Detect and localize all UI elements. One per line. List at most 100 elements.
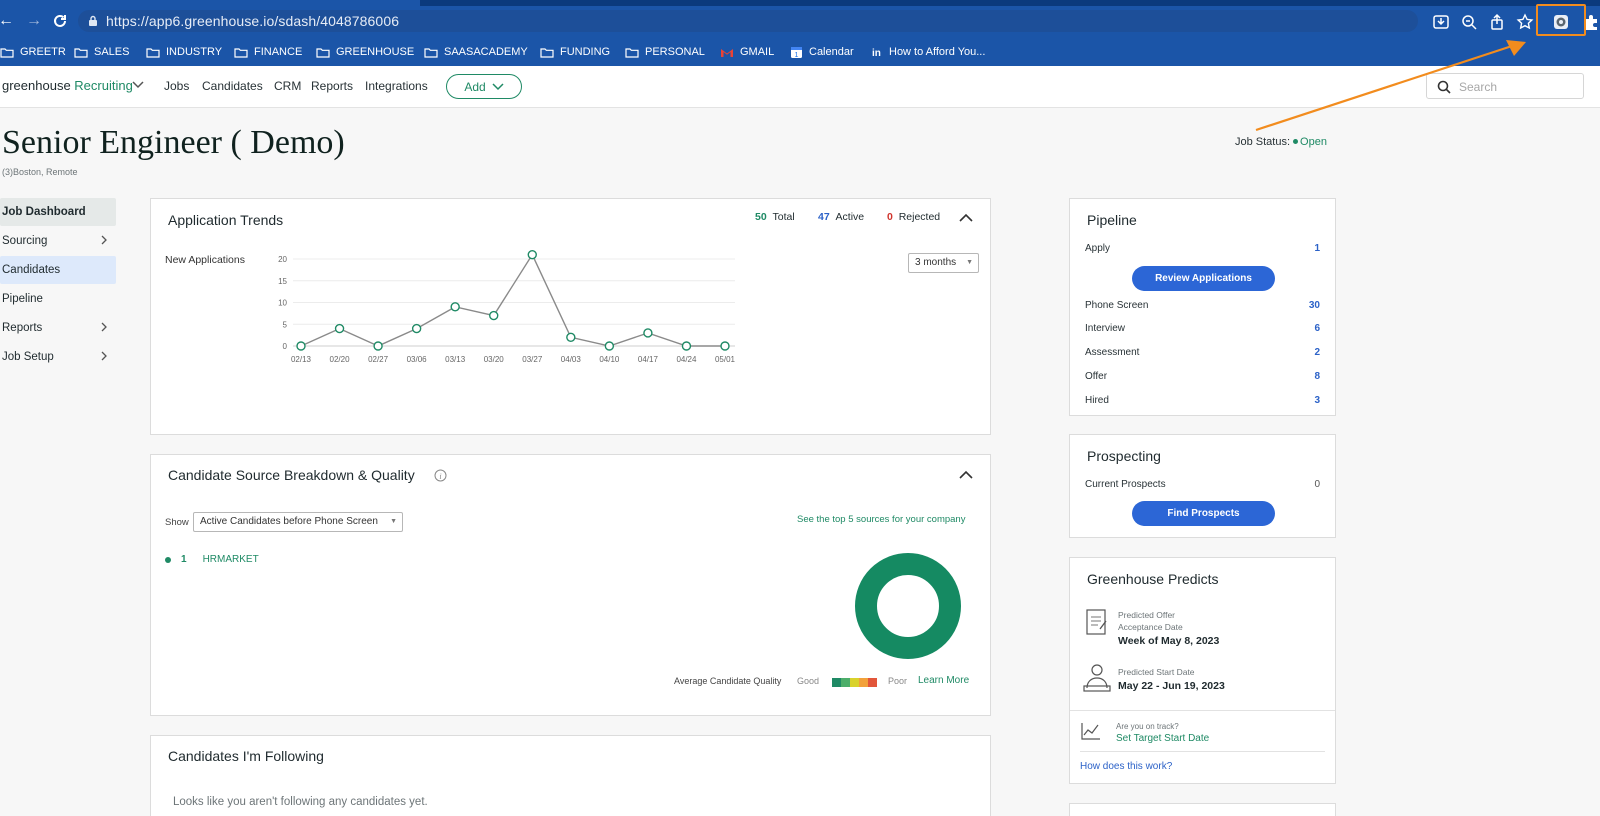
stage-count: 3 [1314, 395, 1320, 406]
how-does-this-work-link[interactable]: How does this work? [1080, 761, 1172, 772]
bookmark-label: PERSONAL [645, 46, 705, 58]
svg-text:in: in [872, 48, 881, 58]
prospecting-card: Prospecting Current Prospects 0 Find Pros… [1069, 434, 1336, 538]
stage-label: Apply [1085, 243, 1111, 254]
pipeline-row-offer[interactable]: Offer 8 [1085, 371, 1320, 387]
forward-arrow-icon[interactable]: → [24, 11, 44, 31]
source-donut-chart [855, 553, 961, 659]
nav-jobs[interactable]: Jobs [164, 79, 189, 93]
star-icon[interactable] [1516, 13, 1534, 31]
bookmark-label: FUNDING [560, 46, 611, 58]
nav-candidates[interactable]: Candidates [202, 79, 263, 93]
share-icon[interactable] [1488, 13, 1506, 31]
x-tick-label: 04/24 [676, 355, 697, 364]
track-question: Are you on track? [1116, 722, 1179, 731]
nav-crm[interactable]: CRM [274, 79, 301, 93]
pipeline-row-apply[interactable]: Apply 1 [1085, 243, 1320, 259]
x-tick-label: 03/06 [407, 355, 428, 364]
stage-label: Offer [1085, 371, 1108, 382]
svg-text:1: 1 [795, 52, 799, 59]
nav-reports[interactable]: Reports [311, 79, 353, 93]
total-count: 50 [755, 211, 767, 223]
sidebar-item-candidates[interactable]: Candidates [0, 256, 116, 284]
install-icon[interactable] [1432, 13, 1450, 31]
review-applications-button[interactable]: Review Applications [1132, 266, 1275, 291]
sidebar-item-job-dashboard[interactable]: Job Dashboard [0, 198, 116, 226]
data-point [720, 341, 730, 351]
chevron-up-icon[interactable] [959, 213, 973, 223]
data-point [334, 323, 345, 334]
url-field[interactable]: https://app6.greenhouse.io/sdash/4048786… [78, 10, 1418, 32]
range-value: 3 months [915, 257, 957, 268]
stage-count: 2 [1314, 347, 1320, 358]
bookmark-funding[interactable]: FUNDING [540, 44, 610, 60]
quality-scale [832, 678, 877, 687]
x-tick-label: 04/10 [599, 355, 620, 364]
top-sources-link[interactable]: See the top 5 sources for your company [797, 514, 965, 525]
trend-line-chart: New Applications 20 15 10 5 002/13 02/20 02/27 0… [165, 249, 736, 364]
set-target-link[interactable]: Set Target Start Date [1116, 733, 1209, 744]
find-prospects-button[interactable]: Find Prospects [1132, 501, 1275, 526]
bookmark-sales[interactable]: SALES [74, 44, 129, 60]
reload-icon[interactable] [50, 11, 70, 31]
sidebar-item-label: Job Setup [2, 351, 54, 363]
source-filter-select[interactable]: Active Candidates before Phone Screen ▼ [193, 512, 403, 532]
svg-text:i: i [439, 472, 441, 481]
range-select[interactable]: 3 months ▼ [908, 253, 979, 273]
chevron-up-icon[interactable] [959, 470, 973, 480]
data-point [489, 310, 499, 321]
info-icon[interactable]: i [434, 469, 447, 482]
sidebar-item-sourcing[interactable]: Sourcing [0, 227, 116, 255]
bookmark-greenhouse[interactable]: GREENHOUSE [316, 44, 414, 60]
learn-more-link[interactable]: Learn More [918, 675, 969, 686]
add-button[interactable]: Add [446, 74, 522, 99]
bookmark-gmail[interactable]: GMAIL [720, 44, 774, 60]
prospects-count: 0 [1314, 479, 1320, 490]
sidebar-item-pipeline[interactable]: Pipeline [0, 285, 116, 313]
x-tick-label: 02/20 [330, 355, 351, 364]
show-label: Show [165, 517, 189, 528]
y-tick-label: 15 [278, 277, 287, 286]
bookmark-greetr[interactable]: GREETR [0, 44, 66, 60]
nav-integrations[interactable]: Integrations [365, 79, 428, 93]
divider [1080, 751, 1325, 752]
pipeline-row-hired[interactable]: Hired 3 [1085, 395, 1320, 411]
bookmark-saasacademy[interactable]: SAASACADEMY [424, 44, 528, 60]
total-stat: 50 Total [755, 211, 795, 223]
bookmark-personal[interactable]: PERSONAL [625, 44, 705, 60]
chevron-down-icon[interactable] [132, 80, 144, 90]
y-tick-label: 5 [283, 320, 288, 329]
x-tick-label: 05/01 [715, 355, 736, 364]
sidebar-item-reports[interactable]: Reports [0, 314, 116, 342]
trend-chart-icon [1081, 723, 1100, 740]
lock-icon [89, 15, 97, 26]
card-title: Prospecting [1087, 448, 1161, 464]
bookmark-calendar[interactable]: 1 Calendar [790, 44, 854, 60]
pipeline-row-interview[interactable]: Interview 6 [1085, 323, 1320, 339]
bookmark-finance[interactable]: FINANCE [234, 44, 302, 60]
back-arrow-icon[interactable]: ← [0, 11, 16, 31]
stage-count: 30 [1308, 300, 1320, 311]
source-name[interactable]: HRMARKET [203, 554, 259, 565]
x-tick-label: 03/27 [522, 355, 543, 364]
bookmark-how-to-afford-you[interactable]: in How to Afford You... [871, 44, 985, 60]
stage-count: 8 [1314, 371, 1320, 382]
bookmark-industry[interactable]: INDUSTRY [146, 44, 222, 60]
active-stat: 47 Active [818, 211, 864, 223]
folder-icon [234, 47, 248, 58]
greenhouse-logo[interactable]: greenhouse Recruiting [2, 78, 133, 93]
source-count: 1 [181, 554, 187, 565]
x-tick-label: 02/27 [368, 355, 389, 364]
pipeline-row-assessment[interactable]: Assessment 2 [1085, 347, 1320, 363]
quality-swatch [841, 678, 850, 687]
quality-good: Good [797, 676, 820, 686]
sidebar-item-label: Reports [2, 322, 43, 334]
quality-swatch [832, 678, 841, 687]
donut-slice-hrmarket [855, 553, 961, 659]
bookmark-label: GREETR [20, 46, 66, 58]
zoom-icon[interactable] [1460, 13, 1478, 31]
job-location: (3)Boston, Remote [2, 167, 78, 177]
sidebar-item-job-setup[interactable]: Job Setup [0, 343, 116, 371]
pipeline-row-phone-screen[interactable]: Phone Screen 30 [1085, 300, 1320, 316]
rejected-label: Rejected [898, 211, 941, 223]
